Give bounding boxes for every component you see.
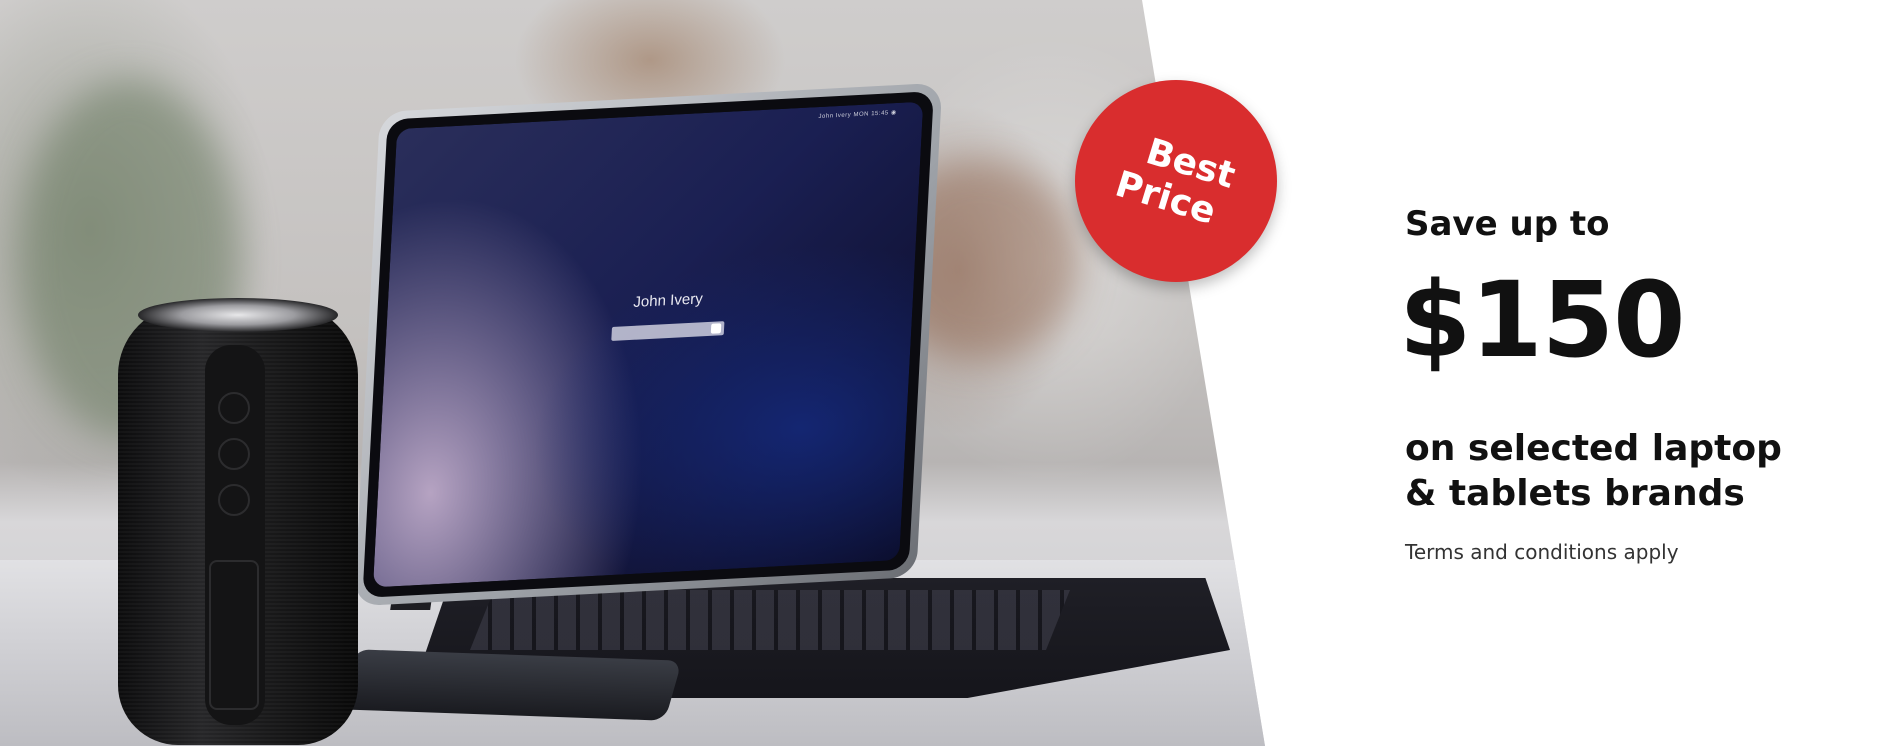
keyboard-keys	[470, 590, 1070, 650]
tablet: John Ivery MON 15:45 ◉ John Ivery	[353, 82, 943, 607]
speaker-port-cover	[209, 560, 259, 710]
speaker-power-button-icon	[218, 392, 250, 424]
product-photo: John Ivery MON 15:45 ◉ John Ivery	[0, 0, 1265, 746]
terms-link[interactable]: Terms and conditions apply	[1405, 540, 1679, 564]
screen-status-bar: John Ivery MON 15:45 ◉	[818, 109, 897, 121]
speaker-minus-button-icon	[218, 438, 250, 470]
promo-amount: $150	[1399, 259, 1685, 381]
tablet-bezel: John Ivery MON 15:45 ◉ John Ivery	[362, 91, 934, 598]
best-price-badge: Best Price	[1075, 80, 1277, 282]
screen-field-button	[710, 323, 722, 334]
tablet-screen: John Ivery MON 15:45 ◉ John Ivery	[372, 101, 924, 588]
screen-password-field	[611, 321, 725, 341]
promo-description-line-1: on selected laptop	[1405, 428, 1782, 469]
screen-username: John Ivery	[632, 290, 704, 311]
promo-description: on selected laptop & tablets brands	[1405, 426, 1782, 516]
speaker-plus-button-icon	[218, 484, 250, 516]
smartphone	[338, 649, 682, 721]
promo-description-line-2: & tablets brands	[1405, 473, 1745, 514]
promo-kicker: Save up to	[1405, 204, 1610, 244]
promo-banner[interactable]: John Ivery MON 15:45 ◉ John Ivery Best P…	[0, 0, 1895, 746]
speaker-top-grille	[138, 298, 338, 332]
